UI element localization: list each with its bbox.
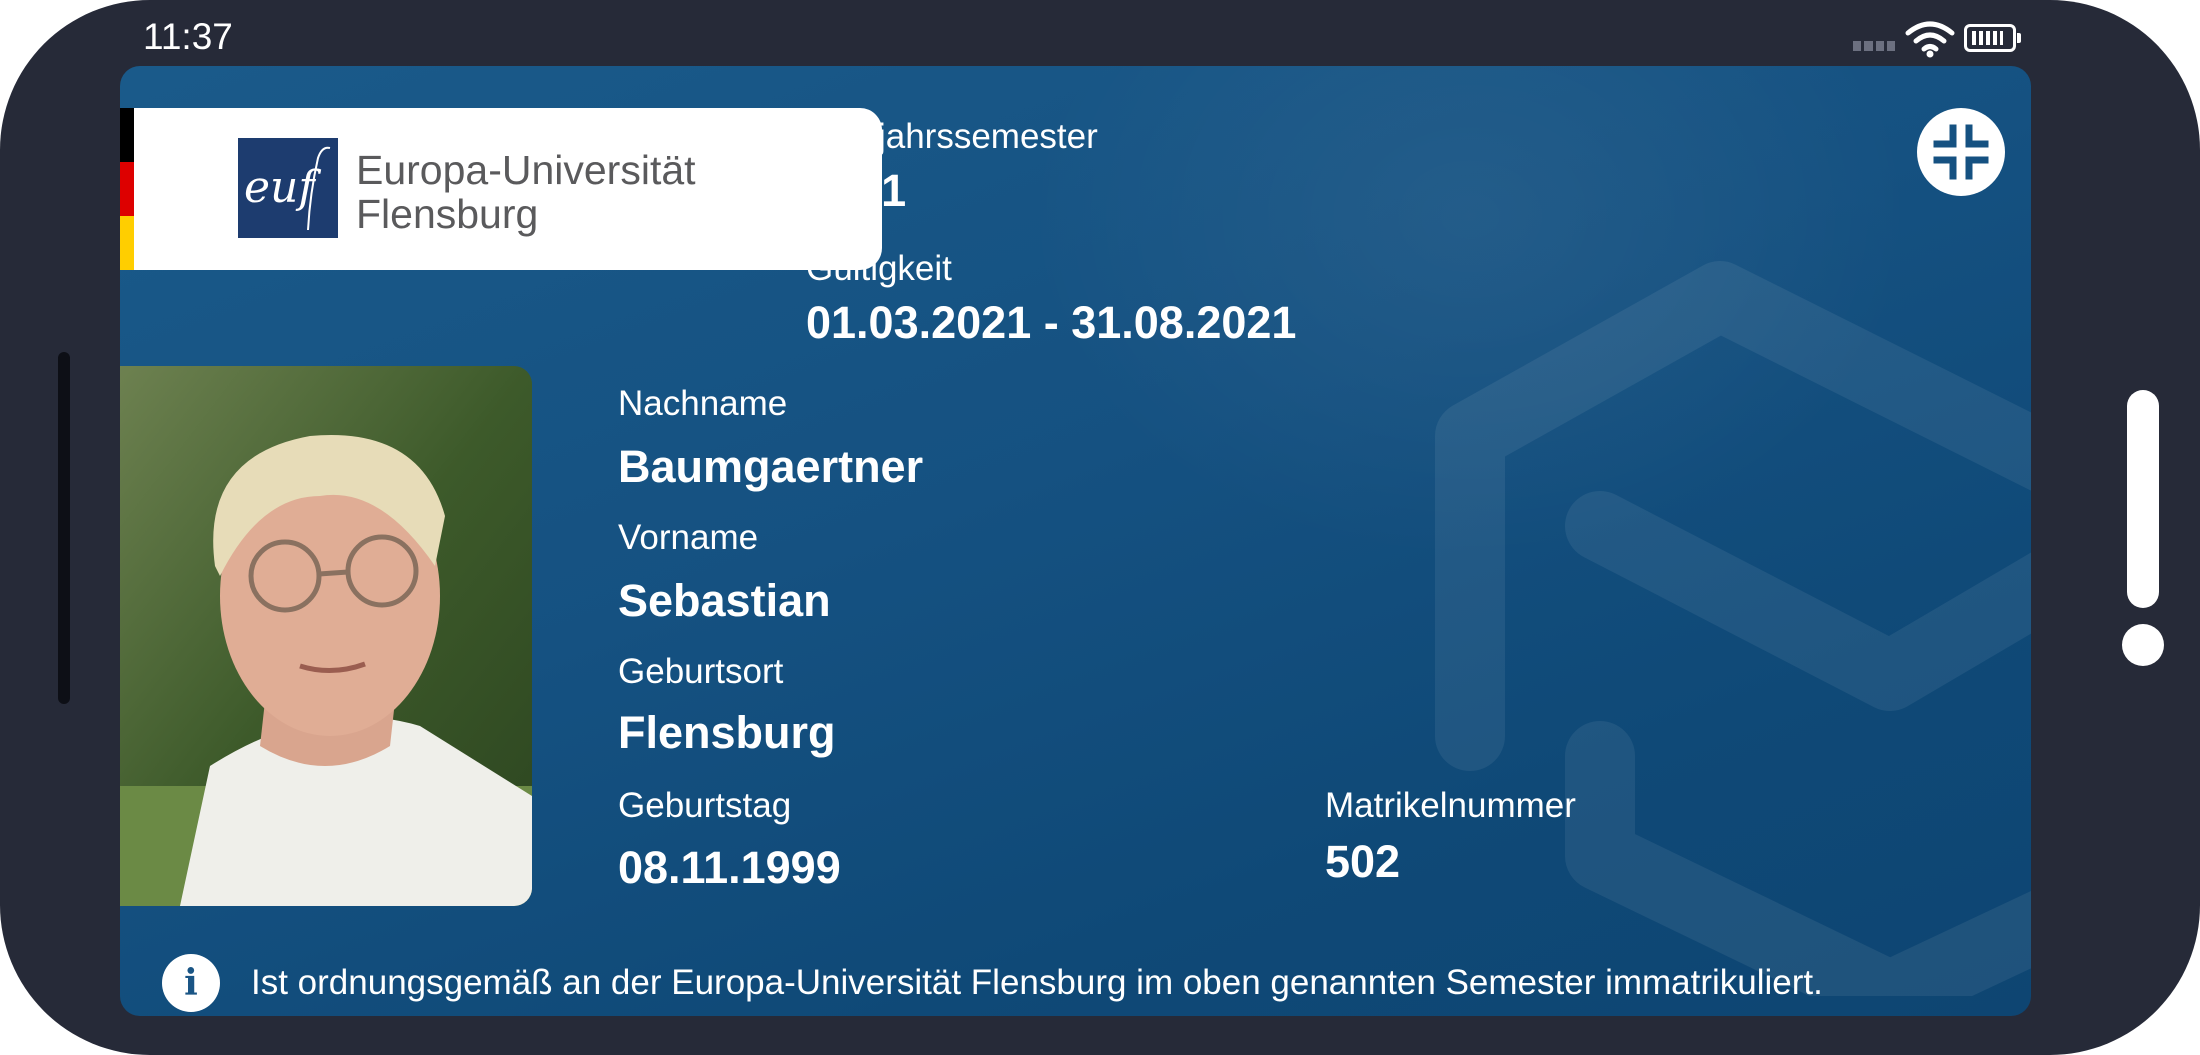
validity-label: Gültigkeit — [806, 249, 952, 288]
phone-frame: 11:37 euf Europa-Universität Flensburg F… — [0, 0, 2200, 1055]
wifi-icon — [1905, 21, 1955, 58]
surname-value: Baumgaertner — [618, 441, 924, 492]
info-icon: i — [162, 954, 220, 1012]
signal-icon — [1853, 41, 1895, 51]
camera-dot — [2122, 624, 2164, 666]
university-logo: euf Europa-Universität Flensburg — [134, 108, 882, 270]
university-name-line1: Europa-Universität — [356, 147, 696, 193]
speaker-slot — [58, 352, 70, 704]
birthday-label: Geburtstag — [618, 786, 792, 825]
battery-icon — [1964, 24, 2021, 52]
student-photo — [120, 366, 532, 906]
enrollment-info-text: Ist ordnungsgemäß an der Europa-Universi… — [251, 963, 1823, 1002]
firstname-value: Sebastian — [618, 575, 831, 626]
student-id-card: euf Europa-Universität Flensburg Frühjah… — [120, 66, 2031, 1016]
matriculation-value: 502 — [1325, 836, 1401, 887]
semester-value: 2021 — [806, 165, 907, 216]
semester-label: Frühjahrssemester — [806, 117, 1098, 156]
collapse-icon — [1933, 124, 1989, 180]
euf-logo-mark: euf — [238, 138, 338, 238]
surname-label: Nachname — [618, 384, 788, 423]
collapse-button[interactable] — [1917, 108, 2005, 196]
validity-value: 01.03.2021 - 31.08.2021 — [806, 297, 1297, 348]
graduation-cap-watermark-icon — [1435, 261, 2031, 996]
university-name-line2: Flensburg — [356, 191, 539, 237]
birthday-value: 08.11.1999 — [618, 842, 841, 893]
firstname-label: Vorname — [618, 518, 759, 557]
side-button — [2127, 390, 2159, 608]
birthplace-label: Geburtsort — [618, 652, 784, 691]
status-time: 11:37 — [143, 16, 233, 57]
matriculation-label: Matrikelnummer — [1325, 786, 1576, 825]
german-flag-stripe — [120, 108, 134, 270]
birthplace-value: Flensburg — [618, 707, 836, 758]
university-name: Europa-Universität Flensburg — [356, 148, 696, 236]
